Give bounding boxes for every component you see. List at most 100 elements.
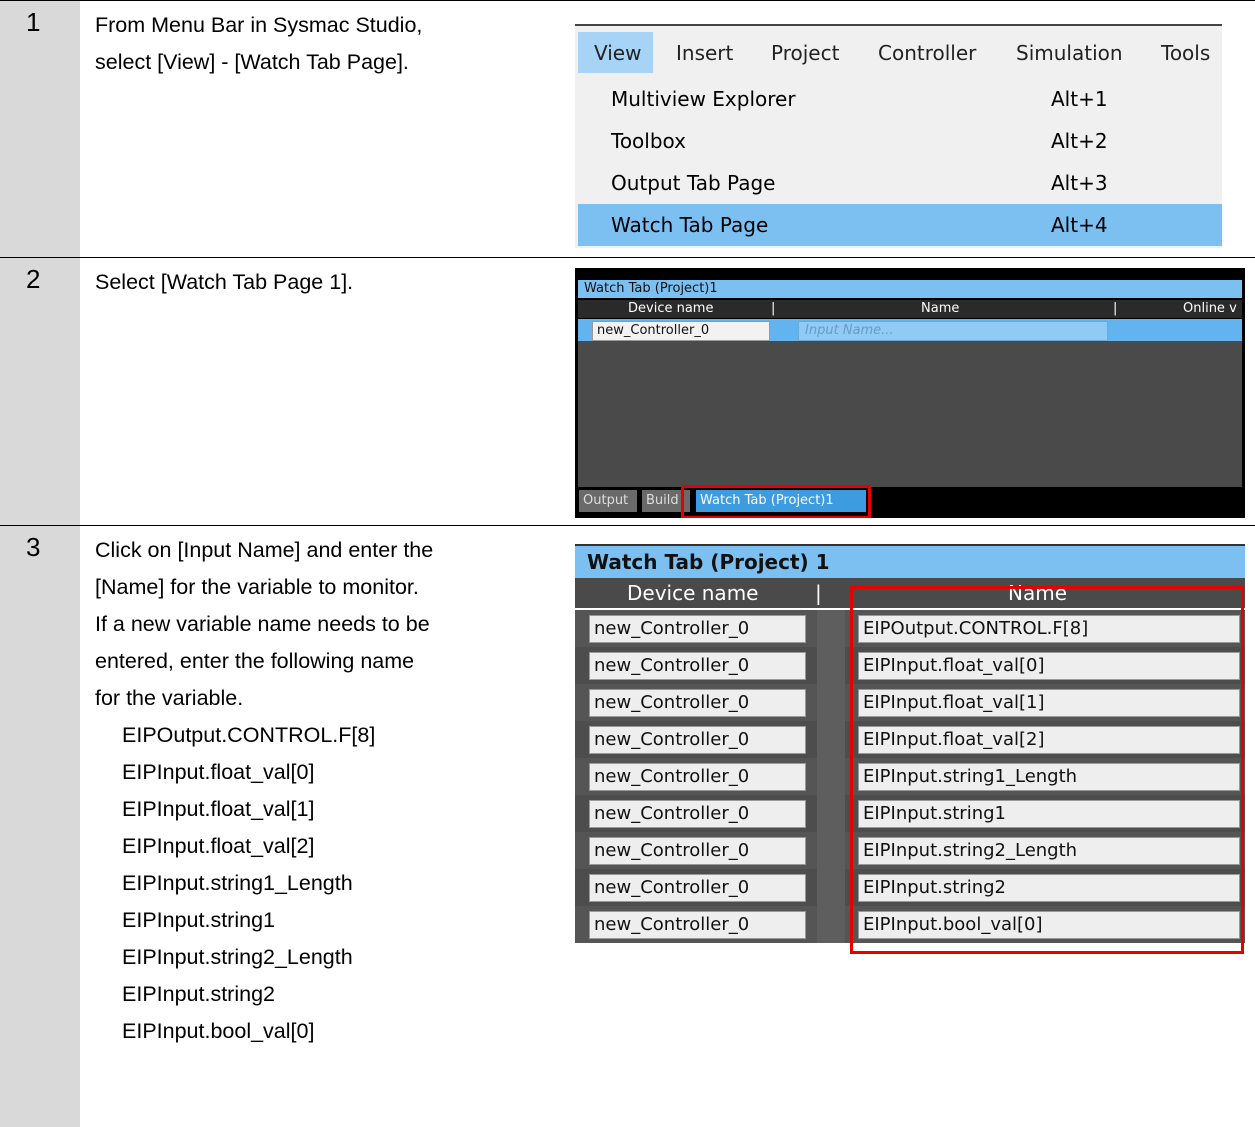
row-separator [817,684,845,721]
variable-name: EIPOutput.CONTROL.F[8] [122,723,376,747]
step-number: 2 [26,264,41,294]
instruction-line: Select [Watch Tab Page 1]. [95,270,354,294]
device-name-cell: new_Controller_0 [589,726,806,754]
step-number-column: 2 [0,258,80,526]
tab-label: Output [583,493,629,508]
row-separator [817,795,845,832]
column-divider: | [771,301,776,316]
column-online-value: Online v [1183,301,1237,316]
tab-label: Build [646,493,679,508]
menu-item-label: Toolbox [611,129,686,153]
row-separator [817,758,845,795]
menu-tools[interactable]: Tools [1161,41,1210,65]
menu-item-shortcut: Alt+1 [1051,87,1108,111]
watch-tab-small-screenshot: Watch Tab (Project)1 Device name | Name … [575,268,1245,518]
row-separator [817,832,845,869]
device-name-text: new_Controller_0 [594,803,750,824]
step-number: 1 [26,7,41,37]
menu-controller[interactable]: Controller [878,41,976,65]
device-name-cell: new_Controller_0 [589,911,806,939]
step-1-row: 1 From Menu Bar in Sysmac Studio, select … [0,0,1255,258]
menu-item-toolbox[interactable]: Toolbox Alt+2 [578,120,1222,162]
instruction-line: If a new variable name needs to be [95,612,430,636]
instruction-line: From Menu Bar in Sysmac Studio, [95,13,423,37]
instruction-line: Click on [Input Name] and enter the [95,538,434,562]
device-name-text: new_Controller_0 [594,914,750,935]
highlight-box [850,586,1244,954]
device-name-text: new_Controller_0 [594,877,750,898]
watch-tab-title: Watch Tab (Project)1 [584,281,718,296]
step-instruction: From Menu Bar in Sysmac Studio, select [V… [95,7,422,81]
device-name-cell: new_Controller_0 [589,763,806,791]
device-name-cell: new_Controller_0 [589,615,806,643]
tab-output[interactable]: Output [579,490,637,512]
device-name-text: new_Controller_0 [594,655,750,676]
device-name-cell: new_Controller_0 [589,652,806,680]
menu-simulation[interactable]: Simulation [1016,41,1123,65]
row-separator [817,647,845,684]
menu-item-multiview-explorer[interactable]: Multiview Explorer Alt+1 [578,78,1222,120]
step-number-column: 1 [0,1,80,258]
column-device-name: Device name [628,301,714,316]
view-menu-screenshot: View Insert Project Controller Simulatio… [575,24,1222,248]
variable-name: EIPInput.bool_val[0] [122,1019,315,1043]
column-device-name: Device name [627,581,759,605]
menu-item-output-tab-page[interactable]: Output Tab Page Alt+3 [578,162,1222,204]
instruction-line: select [View] - [Watch Tab Page]. [95,50,409,74]
device-name-text: new_Controller_0 [594,618,750,639]
instruction-line: for the variable. [95,686,244,710]
menu-item-shortcut: Alt+3 [1051,171,1108,195]
menu-view[interactable]: View [578,32,654,73]
device-name-text: new_Controller_0 [597,323,710,338]
menu-project[interactable]: Project [771,41,839,65]
step-instruction: Select [Watch Tab Page 1]. [95,264,353,301]
step-number: 3 [26,532,41,562]
menu-bar: View Insert Project Controller Simulatio… [575,32,1222,74]
column-name: Name [921,301,960,316]
menu-item-watch-tab-page[interactable]: Watch Tab Page Alt+4 [578,204,1222,246]
row-separator [817,869,845,906]
variable-name: EIPInput.float_val[1] [122,797,315,821]
menu-insert[interactable]: Insert [676,41,733,65]
variable-name: EIPInput.string2 [122,982,275,1006]
device-name-cell: new_Controller_0 [589,800,806,828]
instruction-line: [Name] for the variable to monitor. [95,575,419,599]
device-name-cell: new_Controller_0 [592,321,770,341]
input-name-field[interactable]: Input Name... [798,321,1108,341]
column-divider: | [815,581,822,605]
menu-item-label: Output Tab Page [611,171,776,195]
device-name-text: new_Controller_0 [594,766,750,787]
menu-item-label: Watch Tab Page [611,213,769,237]
device-name-cell: new_Controller_0 [589,689,806,717]
input-name-placeholder: Input Name... [805,323,894,338]
variable-name: EIPInput.string2_Length [122,945,353,969]
variable-name: EIPInput.float_val[0] [122,760,315,784]
device-name-text: new_Controller_0 [594,840,750,861]
menu-item-shortcut: Alt+2 [1051,129,1108,153]
menu-item-shortcut: Alt+4 [1051,213,1108,237]
variable-name: EIPInput.string1 [122,908,275,932]
row-separator [817,906,845,943]
menu-item-label: Multiview Explorer [611,87,796,111]
device-name-cell: new_Controller_0 [589,837,806,865]
step-number-column: 3 [0,526,80,1127]
watch-tab-large-screenshot: Watch Tab (Project) 1 Device name | Name… [575,540,1245,954]
watch-tab-title-bar: Watch Tab (Project)1 [578,280,1242,298]
highlight-box [681,485,871,518]
watch-tab-title: Watch Tab (Project) 1 [587,550,830,574]
watch-table-header: Device name | Name | Online v [578,300,1242,318]
variable-name: EIPInput.float_val[2] [122,834,315,858]
step-instruction: Click on [Input Name] and enter the [Name… [95,532,433,1050]
device-name-text: new_Controller_0 [594,729,750,750]
device-name-text: new_Controller_0 [594,692,750,713]
column-divider: | [1113,301,1118,316]
device-name-cell: new_Controller_0 [589,874,806,902]
row-separator [817,610,845,647]
variable-name: EIPInput.string1_Length [122,871,353,895]
watch-table-empty-area [578,341,1242,487]
row-separator [817,721,845,758]
watch-table-row: new_Controller_0 Input Name... [578,319,1242,341]
bottom-tab-strip: Output Build Watch Tab (Project)1 [578,487,1242,515]
watch-tab-title-bar: Watch Tab (Project) 1 [575,544,1245,578]
instruction-line: entered, enter the following name [95,649,415,673]
